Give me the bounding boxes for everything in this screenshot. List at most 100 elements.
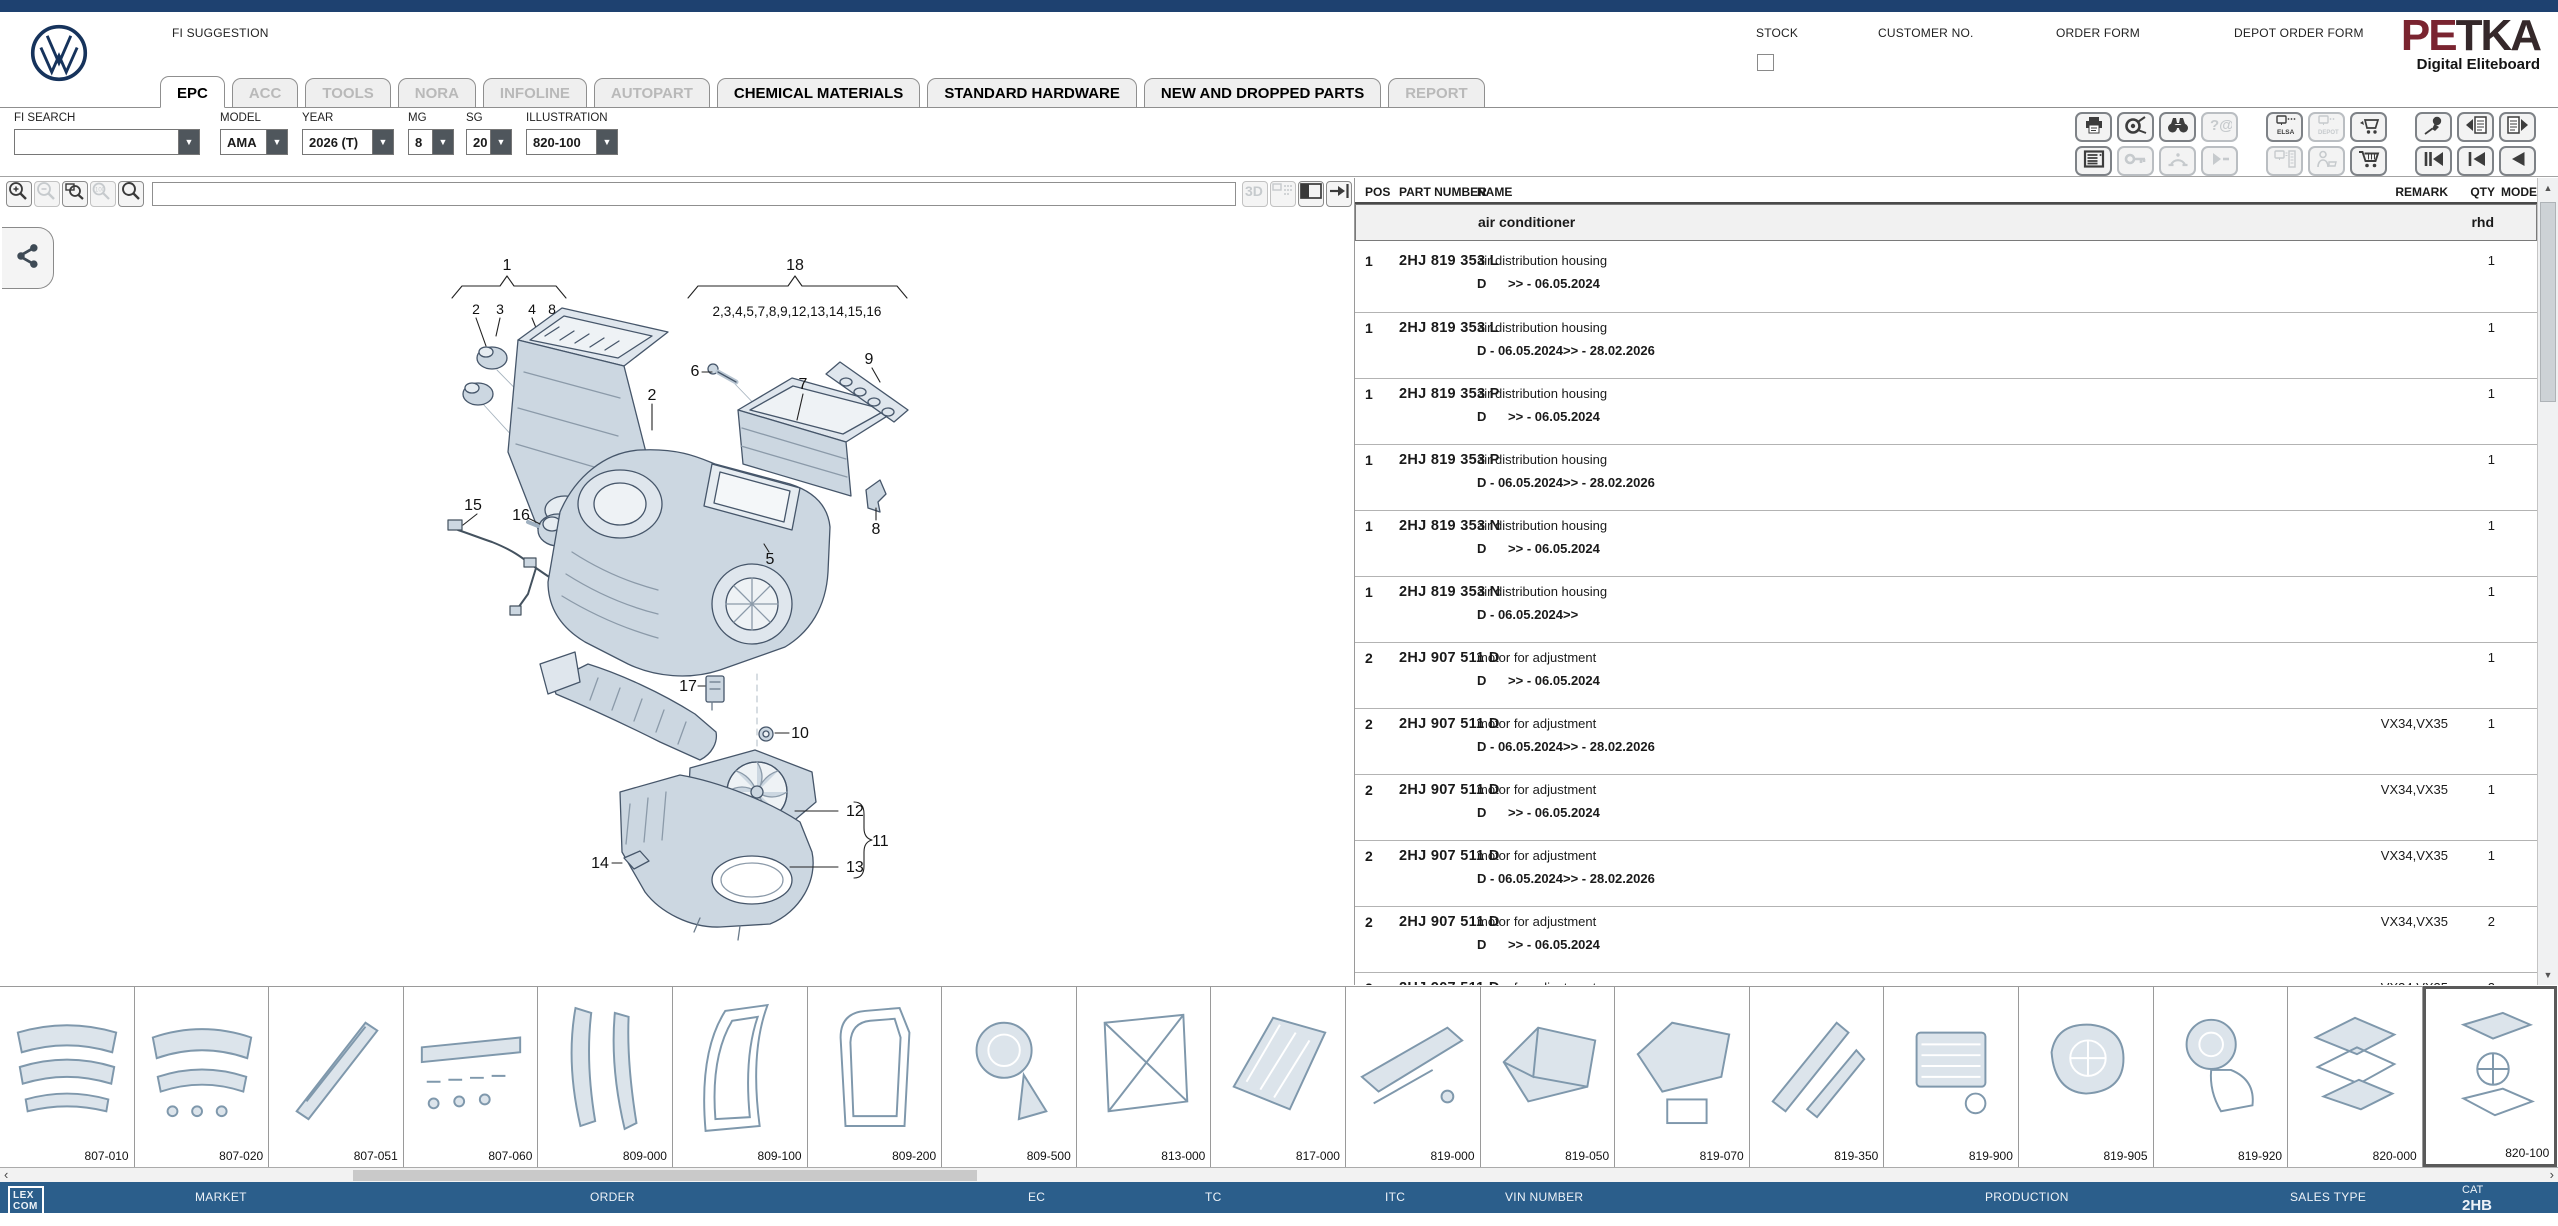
callout-1[interactable]: 1 [503,257,512,274]
stock-checkbox[interactable] [1757,54,1774,71]
pushpin-button[interactable] [2415,112,2452,142]
thumbnail-809-000[interactable]: 809-000 [538,986,673,1167]
table-row[interactable]: 22HJ 907 511 Dmotor for adjustmentD >> -… [1355,906,2537,972]
svg-text:10[interactable]: 10 [791,725,809,742]
svg-text:6[interactable]: 6 [691,363,700,380]
fi-search-input[interactable]: ▼ [14,129,200,155]
svg-text:7[interactable]: 7 [799,376,808,393]
table-row[interactable]: 12HJ 819 353 Lair distribution housingD … [1355,246,2537,312]
svg-text:5[interactable]: 5 [766,551,775,568]
doc-prev-button[interactable] [2457,112,2494,142]
chevron-down-icon[interactable]: ▼ [490,130,511,154]
thumbnail-819-900[interactable]: 819-900 [1884,986,2019,1167]
svg-text:2[interactable]: 2 [648,387,657,404]
split-view-button[interactable] [1298,181,1324,207]
chevron-down-icon[interactable]: ▼ [178,130,199,154]
wheel-search-button[interactable] [2117,112,2154,142]
svg-text:11[interactable]: 11 [872,833,889,850]
zoom-free-button[interactable] [118,181,144,207]
thumbnail-809-500[interactable]: 809-500 [942,986,1077,1167]
svg-text:8[interactable]: 8 [872,521,881,538]
tab-chemical-materials[interactable]: CHEMICAL MATERIALS [717,78,920,107]
print-button[interactable] [2075,112,2112,142]
cell-pos: 1 [1365,253,1373,269]
thumbnail-819-905[interactable]: 819-905 [2019,986,2154,1167]
model-select[interactable]: AMA▼ [220,129,288,155]
thumbnail-809-200[interactable]: 809-200 [808,986,943,1167]
scroll-down-button[interactable]: ▼ [2538,965,2558,985]
tab-epc[interactable]: EPC [160,76,225,108]
thumbnail-807-010[interactable]: 807-010 [0,986,135,1167]
thumbnail-807-020[interactable]: 807-020 [135,986,270,1167]
list-view-button[interactable] [2075,146,2112,176]
thumbnail-819-000[interactable]: 819-000 [1346,986,1481,1167]
zoom-in-button[interactable] [6,181,32,207]
play-dash-button [2201,146,2238,176]
nav-back-button[interactable] [2499,146,2536,176]
nav-first-button[interactable] [2415,146,2452,176]
svg-text:16[interactable]: 16 [512,507,530,524]
cart-button[interactable] [2350,146,2387,176]
thumbnail-819-350[interactable]: 819-350 [1750,986,1885,1167]
illustration-search-input[interactable] [152,182,1236,206]
scroll-up-button[interactable]: ▲ [2538,178,2558,198]
zoom-area-button[interactable] [62,181,88,207]
table-row[interactable]: 12HJ 819 353 Nair distribution housingD … [1355,510,2537,576]
table-row[interactable]: 12HJ 819 353 Pair distribution housingD … [1355,378,2537,444]
scroll-right-button[interactable]: › [2550,1168,2554,1182]
illustration-select[interactable]: 820-100▼ [526,129,618,155]
thumbnail-809-100[interactable]: 809-100 [673,986,808,1167]
svg-text:9[interactable]: 9 [865,351,874,368]
table-row[interactable]: 22HJ 907 511 Dmotor for adjustmentD - 06… [1355,840,2537,906]
thumbnail-817-000[interactable]: 817-000 [1211,986,1346,1167]
callout-1-sub[interactable]: 2 [472,301,480,317]
table-group-row[interactable]: air conditioner rhd [1355,204,2537,241]
thumbnail-819-920[interactable]: 819-920 [2154,986,2289,1167]
svg-text:15[interactable]: 15 [464,497,482,514]
cart-add-button[interactable] [2350,112,2387,142]
table-row[interactable]: 12HJ 819 353 Pair distribution housingD … [1355,444,2537,510]
parts-diagram[interactable]: 1 18 2 3 4 8 2,3,4,5,7,8,9,12,13,14,15,1… [0,212,1354,985]
elsa-monitor-button[interactable]: ELSA [2266,112,2303,142]
svg-text:12[interactable]: 12 [846,803,864,820]
share-button[interactable] [2,227,54,289]
table-row[interactable]: 22HJ 907 511 Dmotor for adjustmentD >> -… [1355,642,2537,708]
svg-text:14[interactable]: 14 [591,855,609,872]
thumbnail-scrollbar-thumb[interactable] [353,1170,977,1181]
thumbnail-807-060[interactable]: 807-060 [404,986,539,1167]
table-row[interactable]: 22HJ 907 511 Dmotor for adjustmentD - 06… [1355,708,2537,774]
chevron-down-icon[interactable]: ▼ [266,130,287,154]
chevron-down-icon[interactable]: ▼ [596,130,617,154]
table-row[interactable]: 12HJ 819 353 Nair distribution housingD … [1355,576,2537,642]
svg-text:3[interactable]: 3 [496,301,504,317]
chevron-down-icon[interactable]: ▼ [432,130,453,154]
thumbnail-813-000[interactable]: 813-000 [1077,986,1212,1167]
table-row[interactable]: 22HJ 907 511 Dmotor for adjustmentD >> -… [1355,774,2537,840]
table-scrollbar[interactable]: ▲ ▼ [2537,178,2558,985]
nav-prev-button[interactable] [2457,146,2494,176]
svg-text:17[interactable]: 17 [679,678,697,695]
mg-select[interactable]: 8▼ [408,129,454,155]
svg-text:13[interactable]: 13 [846,859,864,876]
doc-next-button[interactable] [2499,112,2536,142]
scroll-left-button[interactable]: ‹ [4,1168,8,1182]
thumbnail-820-100[interactable]: 820-100 [2423,986,2558,1167]
sg-select[interactable]: 20▼ [466,129,512,155]
thumbnail-819-070[interactable]: 819-070 [1615,986,1750,1167]
year-select[interactable]: 2026 (T)▼ [302,129,394,155]
thumbnail-807-051[interactable]: 807-051 [269,986,404,1167]
tab-standard-hardware[interactable]: STANDARD HARDWARE [927,78,1137,107]
callout-18[interactable]: 18 [786,257,804,274]
fit-width-button[interactable] [1326,181,1352,207]
thumbnail-819-050[interactable]: 819-050 [1481,986,1616,1167]
table-row[interactable]: 22HJ 907 511 Dmotor for adjustmentD >> -… [1355,972,2537,985]
chevron-down-icon[interactable]: ▼ [372,130,393,154]
svg-text:4[interactable]: 4 [528,301,536,317]
svg-text:8[interactable]: 8 [548,301,556,317]
scrollbar-thumb[interactable] [2540,202,2556,402]
binoculars-button[interactable] [2159,112,2196,142]
table-row[interactable]: 12HJ 819 353 Lair distribution housingD … [1355,312,2537,378]
thumbnail-scrollbar[interactable]: ‹ › [0,1167,2558,1182]
thumbnail-820-000[interactable]: 820-000 [2288,986,2423,1167]
tab-new-and-dropped-parts[interactable]: NEW AND DROPPED PARTS [1144,78,1381,107]
